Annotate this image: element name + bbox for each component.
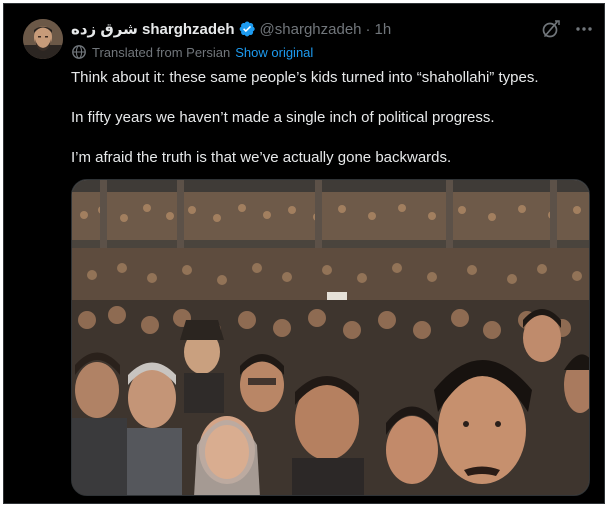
tweet-paragraph: Think about it: these same people’s kids… [71, 69, 539, 86]
translation-label: Translated from Persian [92, 44, 231, 60]
user-handle[interactable]: @sharghzadeh [260, 21, 362, 38]
tweet-media-photo[interactable] [71, 179, 590, 496]
translate-globe-icon [72, 45, 86, 59]
avatar-image [23, 19, 63, 59]
more-options-icon[interactable] [574, 19, 594, 39]
tweet-card[interactable]: شرق زده sharghzadeh @sharghzadeh · 1h Tr… [3, 3, 605, 504]
tweet-body: Think about it: these same people’s kids… [71, 68, 591, 188]
tweet-paragraph: I’m afraid the truth is that we’ve actua… [71, 149, 452, 166]
display-name[interactable]: شرق زده sharghzadeh [71, 20, 235, 38]
grok-icon[interactable] [541, 19, 561, 39]
tweet-paragraph: In fifty years we haven’t made a single … [71, 109, 495, 126]
profile-avatar[interactable] [23, 19, 63, 59]
timestamp[interactable]: 1h [375, 21, 392, 38]
separator-dot: · [365, 20, 371, 38]
translation-notice: Translated from Persian Show original [71, 43, 313, 61]
show-original-link[interactable]: Show original [235, 45, 313, 60]
crowd-photo-image [72, 180, 589, 495]
verified-badge-icon [239, 21, 255, 37]
tweet-header: شرق زده sharghzadeh @sharghzadeh · 1h [71, 18, 391, 40]
